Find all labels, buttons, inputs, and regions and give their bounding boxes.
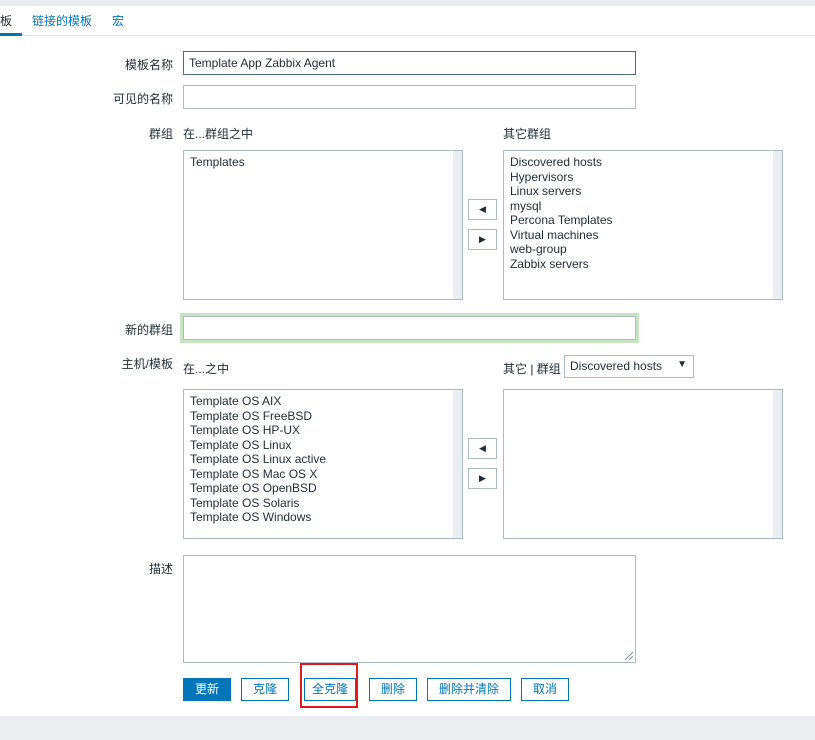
scrollbar[interactable]	[773, 151, 782, 299]
list-item[interactable]: Template OS FreeBSD	[190, 409, 326, 424]
move-right-button[interactable]: ▶	[468, 229, 497, 250]
update-button[interactable]: 更新	[183, 678, 231, 701]
tab-macros[interactable]: 宏	[112, 12, 124, 29]
hosts-group-select[interactable]: Discovered hosts ▼	[564, 355, 694, 378]
clone-button[interactable]: 克隆	[241, 678, 289, 701]
delete-and-clear-button[interactable]: 删除并清除	[427, 678, 511, 701]
footer-band	[0, 716, 815, 740]
list-item[interactable]: Template OS Linux active	[190, 452, 326, 467]
arrow-left-icon: ◀	[479, 443, 486, 453]
visible-name-label: 可见的名称	[112, 92, 173, 106]
arrow-left-icon: ◀	[479, 204, 486, 214]
groups-in-listbox[interactable]: Templates	[183, 150, 463, 300]
description-textarea[interactable]	[183, 555, 636, 663]
groups-other-label: 其它群组	[503, 127, 552, 141]
highlight-annotation	[300, 663, 358, 708]
list-item[interactable]: Template OS Linux	[190, 438, 326, 453]
scrollbar[interactable]	[453, 390, 462, 538]
list-item[interactable]: Template OS Solaris	[190, 496, 326, 511]
list-item[interactable]: Percona Templates	[510, 213, 613, 228]
groups-other-listbox[interactable]: Discovered hosts Hypervisors Linux serve…	[503, 150, 783, 300]
dropdown-caret-icon: ▼	[677, 359, 687, 370]
scrollbar[interactable]	[453, 151, 462, 299]
list-item[interactable]: Template OS AIX	[190, 394, 326, 409]
tab-templates[interactable]: 板	[0, 12, 12, 29]
hosts-in-listbox[interactable]: Template OS AIX Template OS FreeBSD Temp…	[183, 389, 463, 539]
resize-grip-icon[interactable]	[625, 652, 633, 660]
tab-linked-templates[interactable]: 链接的模板	[32, 12, 92, 29]
list-item[interactable]: Template OS Windows	[190, 510, 326, 525]
cancel-button[interactable]: 取消	[521, 678, 569, 701]
active-tab-indicator	[0, 33, 22, 36]
delete-button[interactable]: 删除	[369, 678, 417, 701]
list-item[interactable]: mysql	[510, 199, 613, 214]
groups-in-label: 在...群组之中	[183, 127, 254, 141]
arrow-right-icon: ▶	[479, 473, 486, 483]
arrow-right-icon: ▶	[479, 234, 486, 244]
list-item[interactable]: Templates	[190, 155, 245, 170]
hosts-group-selected: Discovered hosts	[570, 359, 663, 373]
hosts-templates-label: 主机/模板	[121, 357, 173, 371]
hosts-other-listbox[interactable]	[503, 389, 783, 539]
list-item[interactable]: Zabbix servers	[510, 257, 613, 272]
description-label: 描述	[148, 562, 173, 576]
groups-label: 群组	[148, 127, 173, 141]
scrollbar[interactable]	[773, 390, 782, 538]
move-left-button[interactable]: ◀	[468, 199, 497, 220]
hosts-other-label: 其它 | 群组	[503, 362, 561, 376]
move-left-button[interactable]: ◀	[468, 438, 497, 459]
list-item[interactable]: Template OS Mac OS X	[190, 467, 326, 482]
list-item[interactable]: Template OS OpenBSD	[190, 481, 326, 496]
list-item[interactable]: web-group	[510, 242, 613, 257]
template-name-label: 模板名称	[124, 58, 173, 72]
new-group-input[interactable]	[180, 313, 639, 343]
new-group-label: 新的群组	[124, 323, 173, 337]
move-right-button[interactable]: ▶	[468, 468, 497, 489]
list-item[interactable]: Linux servers	[510, 184, 613, 199]
list-item[interactable]: Hypervisors	[510, 170, 613, 185]
list-item[interactable]: Discovered hosts	[510, 155, 613, 170]
hosts-in-label: 在...之中	[183, 362, 230, 376]
template-name-input[interactable]	[183, 51, 636, 75]
visible-name-input[interactable]	[183, 85, 636, 109]
list-item[interactable]: Template OS HP-UX	[190, 423, 326, 438]
list-item[interactable]: Virtual machines	[510, 228, 613, 243]
tab-bar: 板 链接的模板 宏	[0, 6, 815, 36]
